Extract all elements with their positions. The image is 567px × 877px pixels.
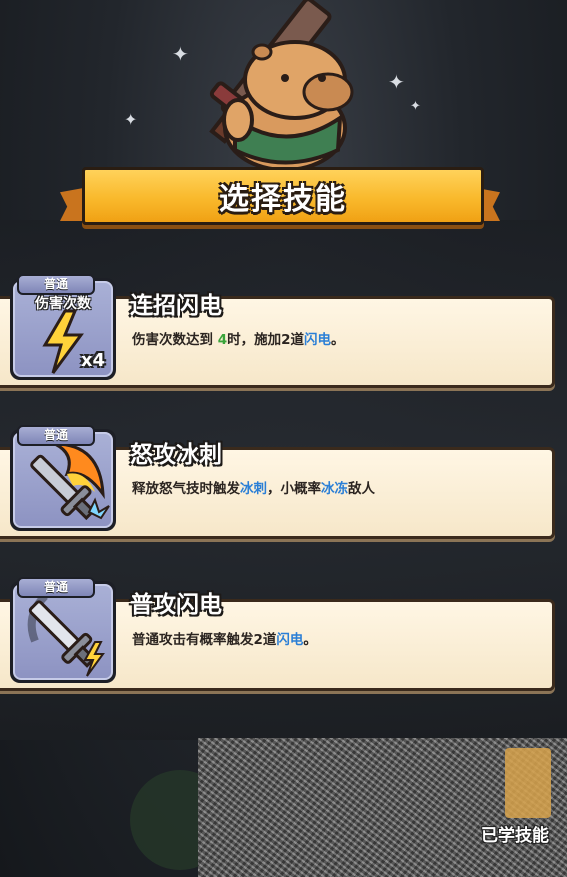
desc-text: 。	[331, 332, 345, 348]
desc-text: ，小概率	[267, 481, 321, 497]
sparkle-icon: ✦	[410, 99, 421, 114]
rarity-badge: 普通	[17, 425, 95, 446]
skill-card-chain-lightning[interactable]: 连招闪电 伤害次数达到 4时，施加2道闪电。 伤害次数 x4 普通	[0, 274, 567, 392]
desc-keyword: 闪电	[304, 332, 332, 348]
desc-keyword: 冰刺	[240, 481, 267, 497]
rarity-badge: 普通	[17, 274, 95, 295]
capybara-hero-illustration	[209, 0, 354, 172]
desc-text: 伤害次数达到	[132, 332, 218, 348]
sparkle-icon: ✦	[124, 110, 138, 129]
desc-text: 。	[303, 632, 317, 648]
skill-icon-background	[13, 584, 113, 680]
skill-name: 怒攻冰刺	[130, 442, 222, 468]
damage-count: x4	[80, 350, 105, 371]
flaming-sword-icon	[30, 442, 110, 521]
desc-number: 4	[217, 332, 228, 348]
desc-keyword: 冰冻	[321, 481, 348, 497]
skill-icon-background	[13, 432, 113, 528]
sparkle-icon: ✦	[388, 70, 405, 94]
skill-card-rage-ice-spike[interactable]: 怒攻冰刺 释放怒气技时触发冰刺，小概率冰冻敌人 普通	[0, 425, 567, 543]
learned-skills-icon[interactable]	[505, 748, 551, 818]
desc-text: 时，施加2道	[227, 332, 305, 348]
desc-text: 敌人	[348, 481, 375, 497]
skill-description: 释放怒气技时触发冰刺，小概率冰冻敌人	[132, 477, 375, 497]
skill-description: 普通攻击有概率触发2道闪电。	[132, 628, 317, 648]
capybara-hero	[150, 0, 410, 175]
rarity-badge: 普通	[17, 577, 95, 598]
learned-skills-button[interactable]: 已学技能	[481, 821, 549, 846]
skill-description: 伤害次数达到 4时，施加2道闪电。	[132, 328, 345, 348]
title-banner: 选择技能	[60, 163, 500, 231]
skill-card-basic-attack-lightning[interactable]: 普攻闪电 普通攻击有概率触发2道闪电。 普通	[0, 577, 567, 695]
desc-keyword: 闪电	[276, 632, 304, 648]
skill-name: 连招闪电	[130, 293, 222, 319]
sword-lightning-icon	[27, 593, 105, 677]
desc-text: 释放怒气技时触发	[132, 481, 240, 497]
desc-text: 普通攻击有概率触发2道	[132, 632, 277, 648]
banner-plate: 选择技能	[82, 167, 484, 225]
skill-name: 普攻闪电	[130, 592, 222, 618]
sparkle-icon: ✦	[172, 42, 189, 66]
skill-icon-background: 伤害次数 x4	[13, 281, 113, 377]
page-title: 选择技能	[219, 182, 347, 217]
